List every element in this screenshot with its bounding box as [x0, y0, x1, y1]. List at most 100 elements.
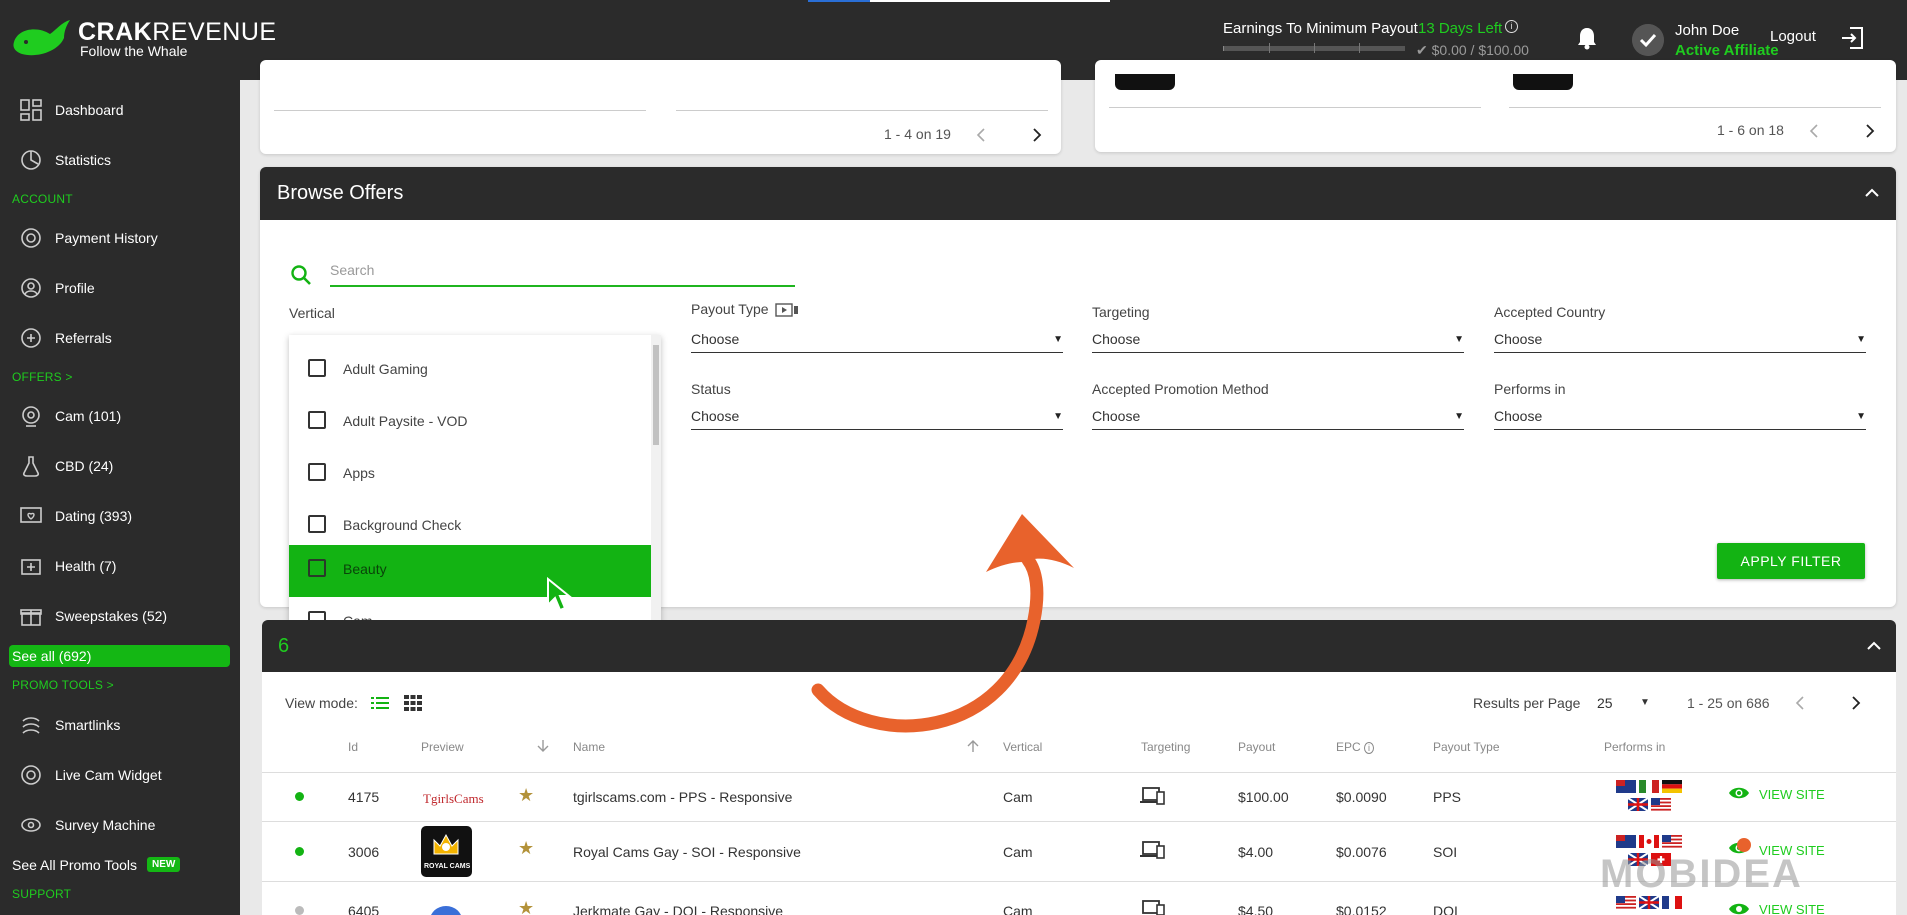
- column-header-payout[interactable]: Payout: [1238, 740, 1275, 754]
- sidebar-item-label: Cam (101): [55, 408, 122, 424]
- filter-select-targeting[interactable]: Choose ▼: [1092, 327, 1464, 353]
- column-header-epc-label: EPC: [1336, 740, 1361, 754]
- chevron-right-icon[interactable]: [1865, 124, 1875, 138]
- collapse-icon[interactable]: [1867, 641, 1881, 651]
- logout-button[interactable]: Logout: [1770, 28, 1816, 45]
- logout-icon[interactable]: [1840, 26, 1866, 50]
- checkbox[interactable]: [308, 515, 326, 533]
- survey-icon: [21, 818, 41, 832]
- see-all-promo-tools-link[interactable]: See All Promo Tools: [12, 857, 137, 873]
- sidebar-item-dashboard[interactable]: Dashboard: [0, 95, 240, 125]
- chevron-right-icon[interactable]: [1851, 696, 1861, 710]
- user-name[interactable]: John Doe: [1675, 22, 1739, 39]
- column-header-payout-type[interactable]: Payout Type: [1433, 740, 1500, 754]
- filter-select-performs-in[interactable]: Choose ▼: [1494, 404, 1866, 430]
- chevron-left-icon[interactable]: [1795, 696, 1805, 710]
- view-site-link[interactable]: VIEW SITE: [1759, 787, 1825, 802]
- info-icon[interactable]: i: [1364, 742, 1375, 754]
- favorite-star-icon[interactable]: ★: [518, 898, 534, 915]
- checkbox[interactable]: [308, 411, 326, 429]
- column-header-targeting[interactable]: Targeting: [1141, 740, 1190, 754]
- sidebar-item-cbd[interactable]: CBD (24): [0, 451, 240, 481]
- user-status: Active Affiliate: [1675, 42, 1779, 59]
- filter-select-status[interactable]: Choose ▼: [691, 404, 1063, 430]
- sidebar-item-dating[interactable]: Dating (393): [0, 501, 240, 531]
- sort-up-icon[interactable]: [967, 739, 979, 753]
- flag-au-icon: [1616, 780, 1636, 793]
- checkbox[interactable]: [308, 559, 326, 577]
- grid-view-icon[interactable]: [404, 695, 422, 711]
- filter-select-value: Choose: [1494, 331, 1543, 347]
- results-header[interactable]: 6: [262, 620, 1896, 672]
- checkbox[interactable]: [308, 463, 326, 481]
- sidebar-item-sweepstakes[interactable]: Sweepstakes (52): [0, 601, 240, 631]
- sidebar-item-label: Live Cam Widget: [55, 767, 162, 783]
- column-header-name[interactable]: Name: [573, 740, 605, 754]
- sidebar-item-referrals[interactable]: Referrals: [0, 323, 240, 353]
- apply-filter-button[interactable]: APPLY FILTER: [1717, 543, 1865, 579]
- offer-payout-type: SOI: [1433, 844, 1458, 860]
- vertical-label: Vertical: [289, 305, 335, 321]
- dropdown-arrow-icon[interactable]: ▼: [1640, 697, 1650, 708]
- column-header-vertical[interactable]: Vertical: [1003, 740, 1042, 754]
- checkbox[interactable]: [308, 359, 326, 377]
- payment-icon: [21, 228, 41, 248]
- chevron-left-icon[interactable]: [976, 128, 986, 142]
- vertical-dropdown-list[interactable]: Adult Gaming Adult Paysite - VOD Apps Ba…: [289, 335, 661, 660]
- sort-down-icon[interactable]: [537, 739, 549, 753]
- sidebar-item-label: Profile: [55, 280, 95, 296]
- section-head-offers[interactable]: OFFERS >: [12, 370, 73, 384]
- cursor-click-indicator: [1737, 838, 1751, 852]
- section-head-support[interactable]: SUPPORT: [12, 887, 71, 901]
- vertical-list-scrollbar[interactable]: [651, 335, 661, 660]
- info-icon[interactable]: i: [1505, 20, 1518, 33]
- filter-label-text: Payout Type: [691, 301, 769, 317]
- device-targeting-icon: [1140, 841, 1165, 859]
- sidebar-item-cam[interactable]: Cam (101): [0, 401, 240, 431]
- offer-name[interactable]: tgirlscams.com - PPS - Responsive: [573, 789, 792, 805]
- sidebar-item-smartlinks[interactable]: Smartlinks: [0, 710, 240, 740]
- vertical-option-selected[interactable]: Beauty: [289, 545, 651, 597]
- favorite-star-icon[interactable]: ★: [518, 785, 534, 806]
- column-header-epc[interactable]: EPC i: [1336, 740, 1375, 754]
- eye-icon[interactable]: [1728, 785, 1750, 801]
- sidebar-item-label: Sweepstakes (52): [55, 608, 168, 624]
- sidebar-item-live-cam-widget[interactable]: Live Cam Widget: [0, 760, 240, 790]
- sidebar: Dashboard Statistics ACCOUNT Payment His…: [0, 80, 240, 915]
- vertical-option[interactable]: Apps: [289, 449, 651, 501]
- vertical-option[interactable]: Adult Paysite - VOD: [289, 397, 651, 449]
- flag-au-icon: [1616, 835, 1636, 848]
- sidebar-item-survey-machine[interactable]: Survey Machine: [0, 810, 240, 840]
- earnings-progress-bar: [1223, 43, 1405, 53]
- bell-icon[interactable]: [1576, 26, 1598, 50]
- chevron-right-icon[interactable]: [1032, 128, 1042, 142]
- sidebar-item-profile[interactable]: Profile: [0, 273, 240, 303]
- offer-name[interactable]: Jerkmate Gay - DOI - Responsive: [573, 903, 783, 915]
- eye-icon[interactable]: [1728, 901, 1750, 915]
- sidebar-item-statistics[interactable]: Statistics: [0, 145, 240, 175]
- column-header-id[interactable]: Id: [348, 740, 358, 754]
- sidebar-item-health[interactable]: Health (7): [0, 551, 240, 581]
- favorite-star-icon[interactable]: ★: [518, 838, 534, 859]
- chevron-left-icon[interactable]: [1809, 124, 1819, 138]
- view-site-link[interactable]: VIEW SITE: [1759, 902, 1825, 915]
- filter-select-payout-type[interactable]: Choose ▼: [691, 327, 1063, 353]
- offer-preview-logo: [421, 898, 472, 915]
- section-head-promo-tools[interactable]: PROMO TOOLS >: [12, 678, 114, 692]
- search-input[interactable]: [330, 255, 795, 287]
- filter-select-accepted-promotion-method[interactable]: Choose ▼: [1092, 404, 1464, 430]
- filter-select-accepted-country[interactable]: Choose ▼: [1494, 327, 1866, 353]
- collapse-icon[interactable]: [1865, 188, 1879, 198]
- vertical-option[interactable]: Adult Gaming: [289, 345, 651, 397]
- sidebar-item-payment-history[interactable]: Payment History: [0, 223, 240, 253]
- browse-offers-header[interactable]: Browse Offers: [260, 167, 1896, 220]
- offer-name[interactable]: Royal Cams Gay - SOI - Responsive: [573, 844, 801, 860]
- see-all-offers-button[interactable]: See all (692): [9, 645, 230, 667]
- days-left: 13 Days Left: [1418, 20, 1503, 37]
- list-view-icon[interactable]: [371, 696, 389, 710]
- results-per-page-select[interactable]: 25: [1597, 695, 1613, 711]
- offer-payout-type: PPS: [1433, 789, 1462, 805]
- flag-it-icon: [1639, 780, 1659, 793]
- mouse-cursor-icon: [547, 577, 572, 612]
- brand-logo[interactable]: CRAKREVENUE Follow the Whale: [12, 18, 277, 60]
